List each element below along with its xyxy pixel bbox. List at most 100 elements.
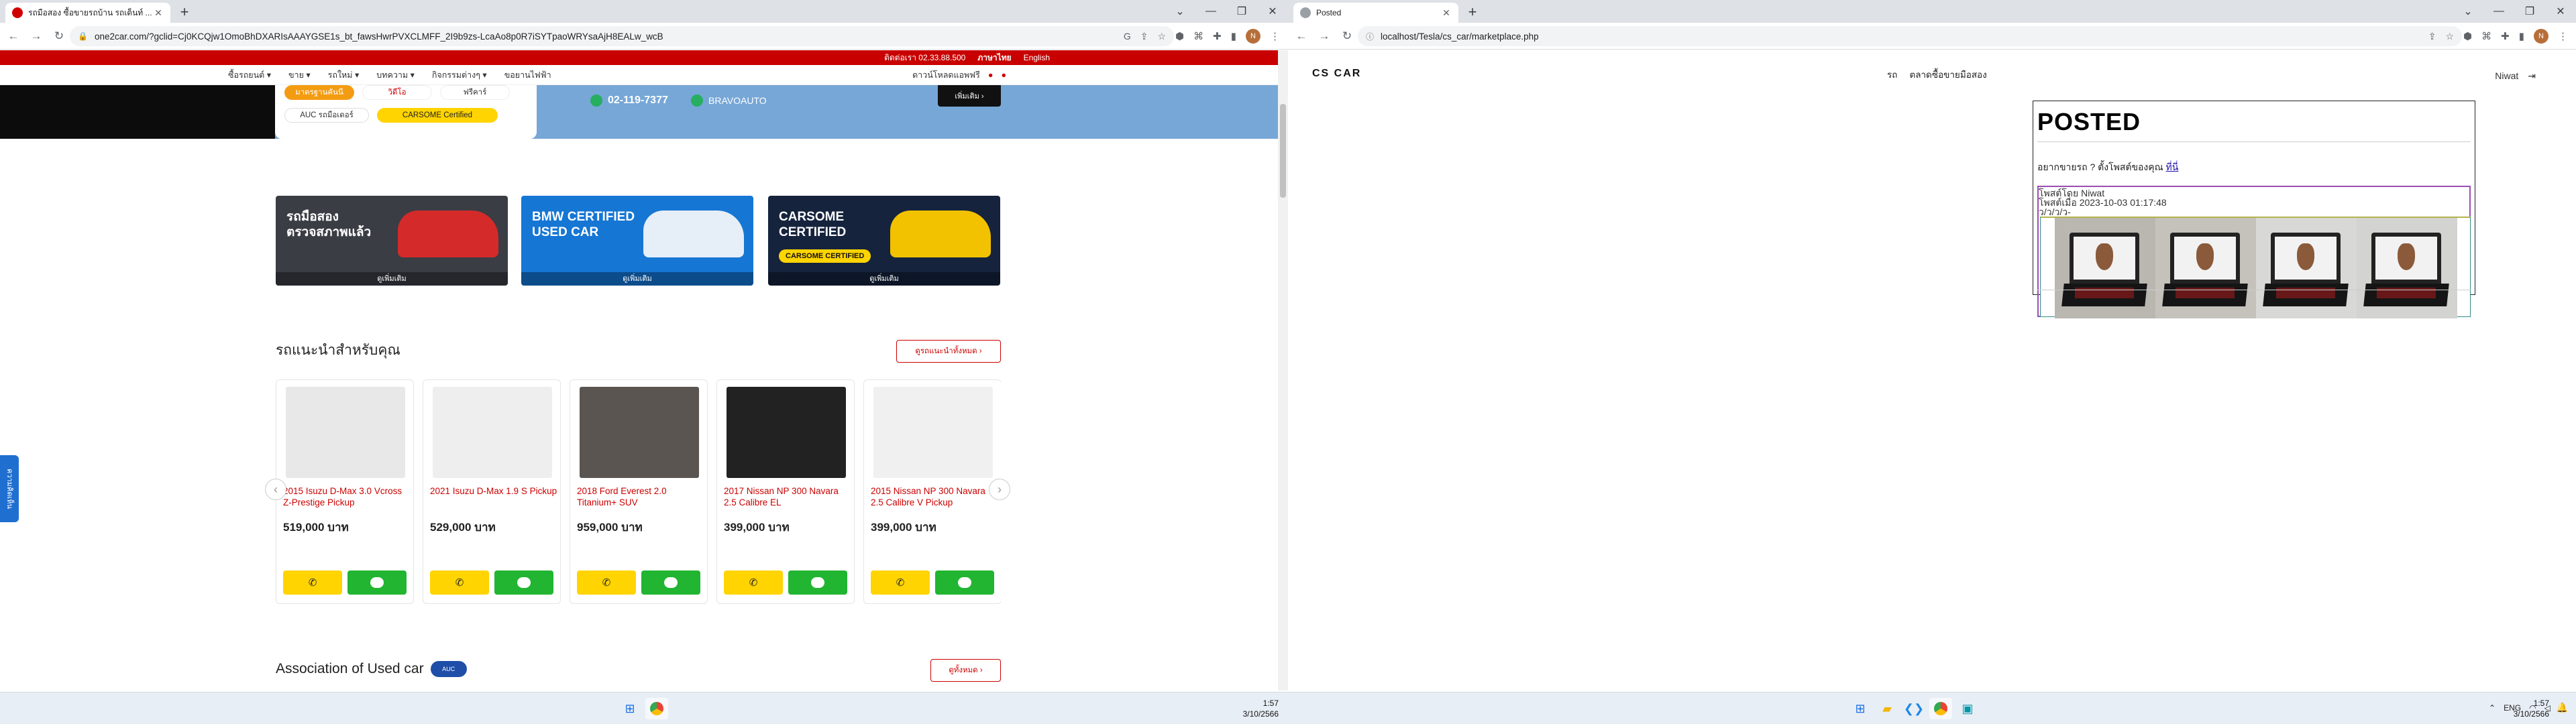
pill-video[interactable]: วิดีโอ bbox=[362, 85, 432, 100]
car-card[interactable]: 2018 Ford Everest 2.0 Titanium+ SUV 959,… bbox=[570, 379, 708, 604]
lang-thai[interactable]: ภาษาไทย bbox=[977, 52, 1011, 64]
banner-carsome[interactable]: CARSOME CERTIFIED CARSOME CERTIFIED ดูเพิ… bbox=[768, 196, 1000, 286]
android-icon[interactable]: ● bbox=[988, 70, 994, 80]
share-icon[interactable]: ⇪ bbox=[1140, 31, 1148, 42]
chrome-icon[interactable] bbox=[1929, 698, 1952, 719]
tray-chevron-icon[interactable]: ⌃ bbox=[2489, 703, 2496, 713]
share-icon[interactable]: ⇪ bbox=[2428, 31, 2436, 42]
chrome-icon[interactable] bbox=[645, 698, 668, 719]
menu-events[interactable]: กิจกรรมต่างๆ ▾ bbox=[432, 68, 487, 82]
maximize-icon[interactable]: ❐ bbox=[1226, 0, 1257, 23]
translate-icon[interactable]: ⌘ bbox=[1193, 30, 1203, 42]
info-icon[interactable]: ⓘ bbox=[1366, 31, 1374, 42]
logout-icon[interactable]: ⇥ bbox=[2528, 70, 2536, 82]
pill-standard[interactable]: มาตรฐานคันนี bbox=[284, 85, 354, 100]
bookmark-star-icon[interactable]: ☆ bbox=[2445, 31, 2454, 42]
hero-line[interactable]: BRAVOAUTO bbox=[691, 95, 767, 107]
forward-icon[interactable]: → bbox=[1315, 27, 1334, 46]
username[interactable]: Niwat bbox=[2495, 70, 2518, 82]
car-name[interactable]: 2015 Isuzu D-Max 3.0 Vcross Z-Prestige P… bbox=[283, 485, 411, 509]
car-card[interactable]: 2017 Nissan NP 300 Navara 2.5 Calibre EL… bbox=[716, 379, 855, 604]
new-tab-icon[interactable]: + bbox=[176, 4, 193, 21]
apple-icon[interactable]: ● bbox=[1001, 70, 1006, 80]
pill-auc[interactable]: AUC รถมือเดอร์ bbox=[284, 108, 369, 123]
post-photo[interactable] bbox=[2357, 218, 2457, 318]
banner-inspected[interactable]: รถมือสอง ตรวจสภาพแล้ว ดูเพิ่มเติม bbox=[276, 196, 508, 286]
hero-phone[interactable]: 02-119-7377 bbox=[590, 95, 668, 107]
banner-bmw[interactable]: BMW CERTIFIED USED CAR ดูเพิ่มเติม bbox=[521, 196, 753, 286]
profile-avatar[interactable]: N bbox=[1246, 29, 1260, 44]
line-button[interactable] bbox=[788, 570, 847, 595]
lock-icon[interactable]: 🔒 bbox=[78, 32, 88, 41]
call-button[interactable]: ✆ bbox=[283, 570, 342, 595]
back-icon[interactable]: ← bbox=[1292, 27, 1311, 46]
call-button[interactable]: ✆ bbox=[724, 570, 783, 595]
windows-icon[interactable]: ⊞ bbox=[619, 698, 641, 719]
feedback-side-tab[interactable]: ความคิดเห็น bbox=[0, 455, 19, 522]
lang-english[interactable]: English bbox=[1024, 53, 1050, 62]
google-lens-icon[interactable]: G bbox=[1124, 31, 1131, 42]
menu-buy[interactable]: ซื้อรถยนต์ ▾ bbox=[228, 68, 271, 82]
side-panel-icon[interactable]: ▮ bbox=[1231, 30, 1236, 42]
close-tab-icon[interactable]: ✕ bbox=[153, 7, 164, 19]
back-icon[interactable]: ← bbox=[4, 27, 23, 46]
bookmark-star-icon[interactable]: ☆ bbox=[1157, 31, 1166, 42]
page-scrollbar[interactable] bbox=[1278, 50, 1288, 690]
explorer-icon[interactable]: ▰ bbox=[1876, 698, 1898, 719]
app-icon[interactable]: ▣ bbox=[1956, 698, 1979, 719]
tab-search-icon[interactable]: ⌄ bbox=[1165, 0, 1195, 23]
post-photo[interactable] bbox=[2055, 218, 2155, 318]
create-post-link[interactable]: ที่นี่ bbox=[2166, 162, 2179, 172]
car-card[interactable]: 2021 Isuzu D-Max 1.9 S Pickup 529,000 บา… bbox=[423, 379, 561, 604]
carousel-prev-icon[interactable]: ‹ bbox=[265, 479, 286, 500]
car-name[interactable]: 2021 Isuzu D-Max 1.9 S Pickup bbox=[430, 485, 557, 509]
windows-icon[interactable]: ⊞ bbox=[1849, 698, 1872, 719]
line-button[interactable] bbox=[935, 570, 994, 595]
close-tab-icon[interactable]: ✕ bbox=[1441, 7, 1452, 19]
car-name[interactable]: 2017 Nissan NP 300 Navara 2.5 Calibre EL bbox=[724, 485, 851, 509]
post-photo[interactable] bbox=[2256, 218, 2357, 318]
maximize-icon[interactable]: ❐ bbox=[2514, 0, 2545, 23]
translate-icon[interactable]: ⌘ bbox=[2481, 30, 2491, 42]
scrollbar-thumb[interactable] bbox=[1280, 104, 1286, 198]
tab-posted[interactable]: Posted ✕ bbox=[1293, 3, 1458, 23]
minimize-icon[interactable]: — bbox=[1195, 0, 1226, 23]
menu-dots-icon[interactable]: ⋮ bbox=[1270, 30, 1280, 42]
line-button[interactable] bbox=[347, 570, 407, 595]
new-tab-icon[interactable]: + bbox=[1464, 4, 1481, 21]
side-panel-icon[interactable]: ▮ bbox=[2519, 30, 2524, 42]
post-photo[interactable] bbox=[2155, 218, 2256, 318]
menu-articles[interactable]: บทความ ▾ bbox=[376, 68, 415, 82]
tab-search-icon[interactable]: ⌄ bbox=[2453, 0, 2483, 23]
close-window-icon[interactable]: ✕ bbox=[2545, 0, 2576, 23]
pill-carsome[interactable]: CARSOME Certified bbox=[377, 108, 498, 123]
car-name[interactable]: 2015 Nissan NP 300 Navara 2.5 Calibre V … bbox=[871, 485, 998, 509]
reload-icon[interactable]: ↻ bbox=[1338, 27, 1356, 46]
close-window-icon[interactable]: ✕ bbox=[1257, 0, 1288, 23]
extension-icon[interactable]: ⬢ bbox=[2463, 30, 2472, 42]
car-card[interactable]: 2015 Nissan NP 300 Navara 2.5 Calibre V … bbox=[863, 379, 1001, 604]
call-button[interactable]: ✆ bbox=[871, 570, 930, 595]
menu-ev[interactable]: ขอยานไฟฟ้า bbox=[504, 68, 551, 82]
forward-icon[interactable]: → bbox=[27, 27, 46, 46]
nav-marketplace[interactable]: ตลาดซื้อขายมือสอง bbox=[1909, 67, 1986, 82]
menu-dots-icon[interactable]: ⋮ bbox=[2558, 30, 2568, 42]
notification-icon[interactable]: 🔔 bbox=[2557, 702, 2568, 713]
extension-icon[interactable]: ⬢ bbox=[1175, 30, 1184, 42]
app-download-label[interactable]: ดาวน์โหลดแอพฟรี bbox=[912, 68, 980, 82]
car-name[interactable]: 2018 Ford Everest 2.0 Titanium+ SUV bbox=[577, 485, 704, 509]
vscode-icon[interactable]: ❮❯ bbox=[1902, 698, 1925, 719]
menu-sell[interactable]: ขาย ▾ bbox=[288, 68, 311, 82]
site-logo[interactable]: CS CAR bbox=[1312, 68, 1361, 80]
url-text[interactable]: one2car.com/?gclid=Cj0KCQjw1OmoBhDXARIsA… bbox=[95, 32, 1124, 42]
taskbar-clock[interactable]: 1:57 3/10/2566 bbox=[2514, 698, 2549, 719]
line-button[interactable] bbox=[641, 570, 700, 595]
line-button[interactable] bbox=[494, 570, 553, 595]
address-bar[interactable]: ⓘ localhost/Tesla/cs_car/marketplace.php… bbox=[1358, 26, 2462, 46]
reload-icon[interactable]: ↻ bbox=[50, 27, 68, 46]
association-all-button[interactable]: ดูทั้งหมด › bbox=[930, 659, 1001, 682]
profile-avatar[interactable]: N bbox=[2534, 29, 2548, 44]
minimize-icon[interactable]: — bbox=[2483, 0, 2514, 23]
url-text[interactable]: localhost/Tesla/cs_car/marketplace.php bbox=[1381, 32, 2428, 42]
post-card[interactable]: โพสต์โดย Niwat โพสต์เมื่อ 2023-10-03 01:… bbox=[2037, 186, 2471, 318]
